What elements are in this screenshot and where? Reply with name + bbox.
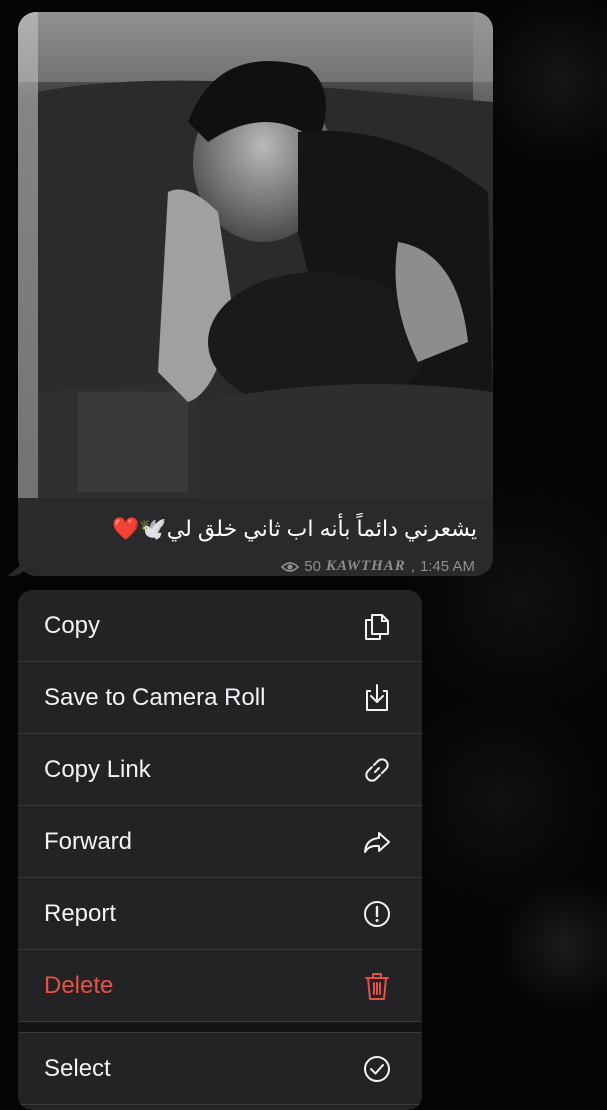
message-meta: 50 KAWTHAR, 1:45 AM [281, 558, 475, 575]
menu-copy-link[interactable]: Copy Link [18, 734, 422, 806]
message-time: 1:45 AM [419, 558, 475, 575]
menu-copy-link-label: Copy Link [44, 755, 151, 783]
caption-text: يشعرني دائماً بأنه اب ثاني خلق لي [166, 516, 477, 541]
menu-delete-label: Delete [44, 971, 114, 999]
message-photo[interactable] [18, 12, 493, 498]
forward-icon [364, 831, 390, 853]
menu-save-camera-roll[interactable]: Save to Camera Roll [18, 662, 422, 734]
menu-copy[interactable]: Copy [18, 590, 422, 662]
report-icon [364, 900, 390, 927]
photo-image [18, 12, 493, 498]
author-name: KAWTHAR [325, 558, 406, 574]
menu-select-label: Select [44, 1054, 111, 1082]
menu-save-label: Save to Camera Roll [44, 683, 266, 711]
menu-separator [18, 1022, 422, 1033]
meta-separator: , [410, 558, 415, 575]
menu-delete[interactable]: Delete [18, 950, 422, 1022]
menu-forward-label: Forward [44, 827, 133, 855]
trash-icon [365, 972, 389, 1000]
menu-copy-label: Copy [44, 611, 101, 639]
context-menu: Copy Save to Camera Roll Copy Link Forwa… [18, 590, 422, 1110]
eye-icon [281, 561, 300, 572]
check-circle-icon [364, 1055, 390, 1082]
menu-select[interactable]: Select [18, 1033, 422, 1105]
view-count: 50 [304, 558, 321, 575]
menu-report[interactable]: Report [18, 878, 422, 950]
message-caption: يشعرني دائماً بأنه اب ثاني خلق لي🕊️❤️ [34, 516, 477, 542]
copy-icon [365, 613, 389, 640]
message-bubble[interactable]: يشعرني دائماً بأنه اب ثاني خلق لي🕊️❤️ 50… [18, 12, 493, 576]
menu-report-label: Report [44, 899, 117, 927]
link-icon [365, 757, 389, 782]
dove-emoji: 🕊️ [139, 516, 167, 541]
menu-forward[interactable]: Forward [18, 806, 422, 878]
heart-emoji: ❤️ [111, 516, 140, 541]
save-icon [366, 683, 388, 711]
